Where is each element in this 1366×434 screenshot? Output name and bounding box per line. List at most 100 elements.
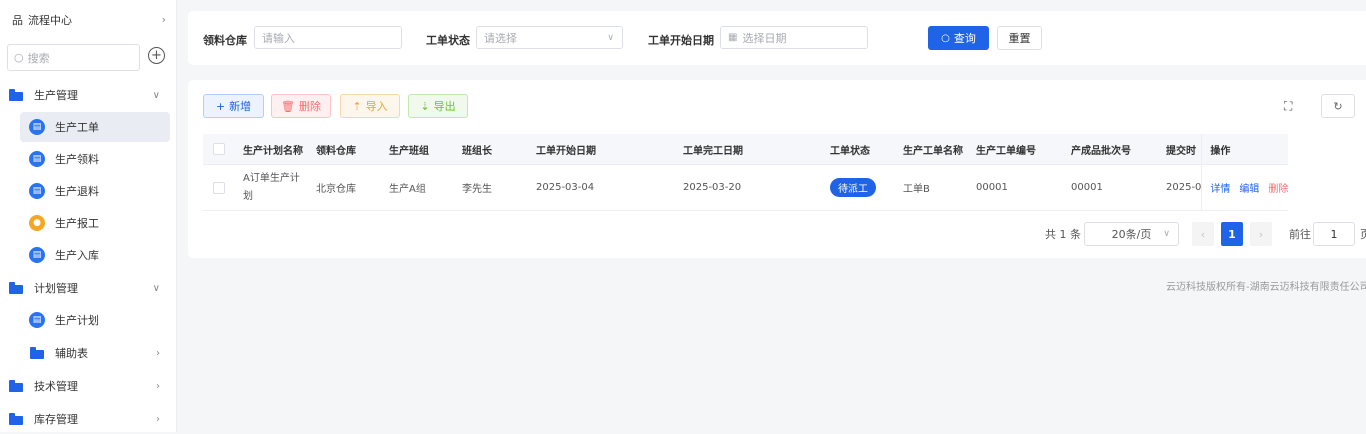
edit-link[interactable]: 编辑 bbox=[1239, 184, 1259, 195]
query-button[interactable]: ○ 查询 bbox=[928, 26, 989, 50]
column-header: 生产班组 bbox=[379, 134, 452, 165]
chevron-down-icon: ∨ bbox=[607, 32, 614, 43]
sidebar-item-label: 生产报工 bbox=[55, 217, 99, 230]
status-filter-select[interactable]: 请选择 ∨ bbox=[476, 26, 623, 49]
end-date-cell: 2025-03-20 bbox=[673, 164, 820, 211]
sidebar-item-label: 辅助表 bbox=[55, 347, 88, 360]
order-no-cell: 00001 bbox=[966, 164, 1061, 211]
team-icon: ● bbox=[29, 215, 45, 231]
chevron-down-icon: ∨ bbox=[152, 282, 160, 294]
export-button[interactable]: ⇣ 导出 bbox=[408, 94, 468, 118]
submit-time-cell: 2025-0 bbox=[1156, 164, 1202, 211]
sidebar-search-row: ○ 搜索 + bbox=[7, 44, 170, 71]
status-placeholder: 请选择 bbox=[484, 31, 517, 45]
sidebar-item-work-report[interactable]: ● 生产报工 bbox=[20, 208, 170, 238]
sidebar-item-auxiliary-table[interactable]: 辅助表 › bbox=[20, 338, 170, 368]
calendar-icon: ▦ bbox=[728, 32, 738, 43]
document-icon: ▤ bbox=[29, 119, 45, 135]
leader-cell: 李先生 bbox=[452, 164, 526, 211]
download-icon: ⇣ bbox=[420, 99, 430, 113]
start-date-cell: 2025-03-04 bbox=[526, 164, 673, 211]
search-icon: ○ bbox=[941, 32, 950, 44]
sidebar-item-production-inbound[interactable]: ▤ 生产入库 bbox=[20, 240, 170, 270]
menu-group-label: 技术管理 bbox=[34, 380, 78, 393]
refresh-icon: ↻ bbox=[1333, 99, 1343, 113]
goto-page-input[interactable]: 1 bbox=[1313, 222, 1355, 246]
start-date-placeholder: 选择日期 bbox=[742, 31, 787, 45]
add-button[interactable]: + 新增 bbox=[203, 94, 264, 118]
detail-link[interactable]: 详情 bbox=[1210, 184, 1230, 195]
import-button[interactable]: ⇡ 导入 bbox=[340, 94, 400, 118]
page-number-current[interactable]: 1 bbox=[1221, 222, 1243, 246]
page-size-select[interactable]: 20条/页 ∨ bbox=[1084, 222, 1179, 246]
upload-icon: ⇡ bbox=[352, 99, 362, 113]
menu-group-plan[interactable]: 计划管理 ∨ bbox=[0, 273, 176, 303]
footer-copyright: 云迈科技版权所有-湖南云迈科技有限责任公司 V1. bbox=[1166, 282, 1366, 293]
sidebar-search-input[interactable]: ○ 搜索 bbox=[7, 44, 140, 71]
warehouse-filter-label: 领料仓库 bbox=[203, 34, 247, 47]
sidebar: 品 流程中心 › ○ 搜索 + 生产管理 ∨ ▤ 生产工单 ▤ 生产领料 ▤ 生… bbox=[0, 0, 177, 432]
column-header: 工单完工日期 bbox=[673, 134, 820, 165]
row-checkbox[interactable] bbox=[213, 181, 225, 194]
reset-button[interactable]: 重置 bbox=[997, 26, 1042, 50]
export-label: 导出 bbox=[433, 100, 456, 113]
add-circle-icon[interactable]: + bbox=[148, 47, 165, 64]
filter-panel: 领料仓库 请输入 工单状态 请选择 ∨ 工单开始日期 ▦ 选择日期 ○ 查询 重… bbox=[188, 11, 1366, 65]
sidebar-item-production-plan[interactable]: ▤ 生产计划 bbox=[20, 305, 170, 335]
sidebar-item-label: 生产计划 bbox=[55, 314, 99, 327]
sidebar-item-label: 生产工单 bbox=[55, 121, 99, 134]
warehouse-filter-input[interactable]: 请输入 bbox=[254, 26, 402, 49]
warehouse-placeholder: 请输入 bbox=[262, 31, 295, 45]
next-page-button[interactable]: › bbox=[1250, 222, 1272, 246]
column-header: 工单开始日期 bbox=[526, 134, 673, 165]
chevron-left-icon: ‹ bbox=[1200, 227, 1206, 241]
menu-group-production[interactable]: 生产管理 ∨ bbox=[0, 80, 176, 110]
column-header: 领料仓库 bbox=[306, 134, 379, 165]
menu-group-label: 生产管理 bbox=[34, 89, 78, 102]
status-badge: 待派工 bbox=[830, 178, 876, 197]
operations-cell: 详情 编辑 删除 bbox=[1201, 164, 1289, 211]
total-count: 共 1 条 bbox=[1045, 228, 1081, 241]
menu-group-label: 计划管理 bbox=[34, 282, 78, 295]
warehouse-cell: 北京仓库 bbox=[306, 164, 379, 211]
column-header: 产成品批次号 bbox=[1061, 134, 1156, 165]
folder-icon bbox=[9, 88, 23, 101]
status-filter-label: 工单状态 bbox=[426, 34, 470, 47]
select-all-checkbox[interactable] bbox=[213, 143, 225, 155]
column-header: 班组长 bbox=[452, 134, 526, 165]
sidebar-item-material-return[interactable]: ▤ 生产退料 bbox=[20, 176, 170, 206]
start-date-filter-label: 工单开始日期 bbox=[648, 34, 714, 47]
start-date-picker[interactable]: ▦ 选择日期 bbox=[720, 26, 868, 49]
document-icon: ▤ bbox=[29, 247, 45, 263]
menu-group-technology[interactable]: 技术管理 › bbox=[0, 371, 176, 401]
trash-icon: 🗑 bbox=[281, 99, 295, 113]
team-cell: 生产A组 bbox=[379, 164, 452, 211]
column-header: 生产工单名称 bbox=[893, 134, 966, 165]
chevron-down-icon: ∨ bbox=[152, 89, 160, 101]
chevron-right-icon: › bbox=[156, 380, 160, 392]
search-placeholder: 搜索 bbox=[27, 51, 50, 65]
order-name-cell: 工单B bbox=[893, 164, 966, 211]
menu-group-inventory[interactable]: 库存管理 › bbox=[0, 404, 176, 434]
table-row: A订单生产计划 北京仓库 生产A组 李先生 2025-03-04 2025-03… bbox=[203, 164, 1289, 211]
refresh-button[interactable]: ↻ bbox=[1321, 94, 1355, 118]
table-header-row: 生产计划名称 领料仓库 生产班组 班组长 工单开始日期 工单完工日期 工单状态 … bbox=[203, 134, 1289, 165]
delete-button[interactable]: 🗑 删除 bbox=[271, 94, 331, 118]
folder-icon bbox=[30, 346, 44, 359]
sidebar-item-production-order[interactable]: ▤ 生产工单 bbox=[20, 112, 170, 142]
chevron-down-icon: ∨ bbox=[1163, 229, 1170, 239]
document-icon: ▤ bbox=[29, 312, 45, 328]
fullscreen-icon[interactable]: ⛶ bbox=[1284, 99, 1292, 114]
sidebar-item-label: 生产领料 bbox=[55, 153, 99, 166]
prev-page-button[interactable]: ‹ bbox=[1192, 222, 1214, 246]
sidebar-item-material-picking[interactable]: ▤ 生产领料 bbox=[20, 144, 170, 174]
work-order-table: 生产计划名称 领料仓库 生产班组 班组长 工单开始日期 工单完工日期 工单状态 … bbox=[203, 134, 1289, 211]
delete-link[interactable]: 删除 bbox=[1268, 184, 1288, 195]
work-order-panel: + 新增 🗑 删除 ⇡ 导入 ⇣ 导出 ⛶ ↻ 生产计划名称 领料仓库 生产班组… bbox=[188, 80, 1366, 258]
menu-group-label: 库存管理 bbox=[34, 413, 78, 426]
sidebar-item-label: 生产入库 bbox=[55, 249, 99, 262]
org-chart-icon: 品 bbox=[12, 14, 23, 27]
column-header: 操作 bbox=[1201, 134, 1289, 165]
flow-center-nav[interactable]: 品 流程中心 › bbox=[12, 11, 168, 29]
search-icon: ○ bbox=[14, 51, 24, 64]
